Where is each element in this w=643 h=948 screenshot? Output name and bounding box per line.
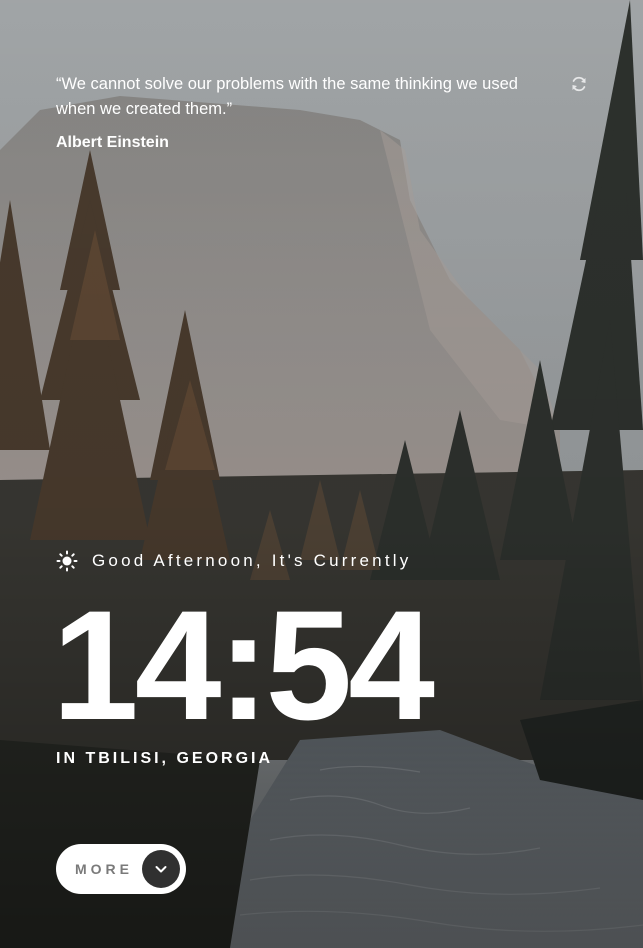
greeting: Good Afternoon, It's Currently <box>56 550 411 572</box>
app-screen: “We cannot solve our problems with the s… <box>0 0 643 948</box>
more-button[interactable]: MORE <box>56 844 186 894</box>
refresh-icon[interactable] <box>570 75 588 93</box>
quote-author: Albert Einstein <box>56 134 169 151</box>
quote-text: “We cannot solve our problems with the s… <box>56 75 518 118</box>
more-button-label: MORE <box>75 861 133 877</box>
sun-icon <box>56 550 78 572</box>
clock-time: 14:54 <box>52 579 435 753</box>
greeting-text: Good Afternoon, It's Currently <box>92 551 412 570</box>
more-toggle-circle[interactable] <box>142 850 180 888</box>
location-label: IN TBILISI, GEORGIA <box>56 750 274 767</box>
quote-section: “We cannot solve our problems with the s… <box>56 72 546 152</box>
chevron-down-icon <box>155 866 167 873</box>
